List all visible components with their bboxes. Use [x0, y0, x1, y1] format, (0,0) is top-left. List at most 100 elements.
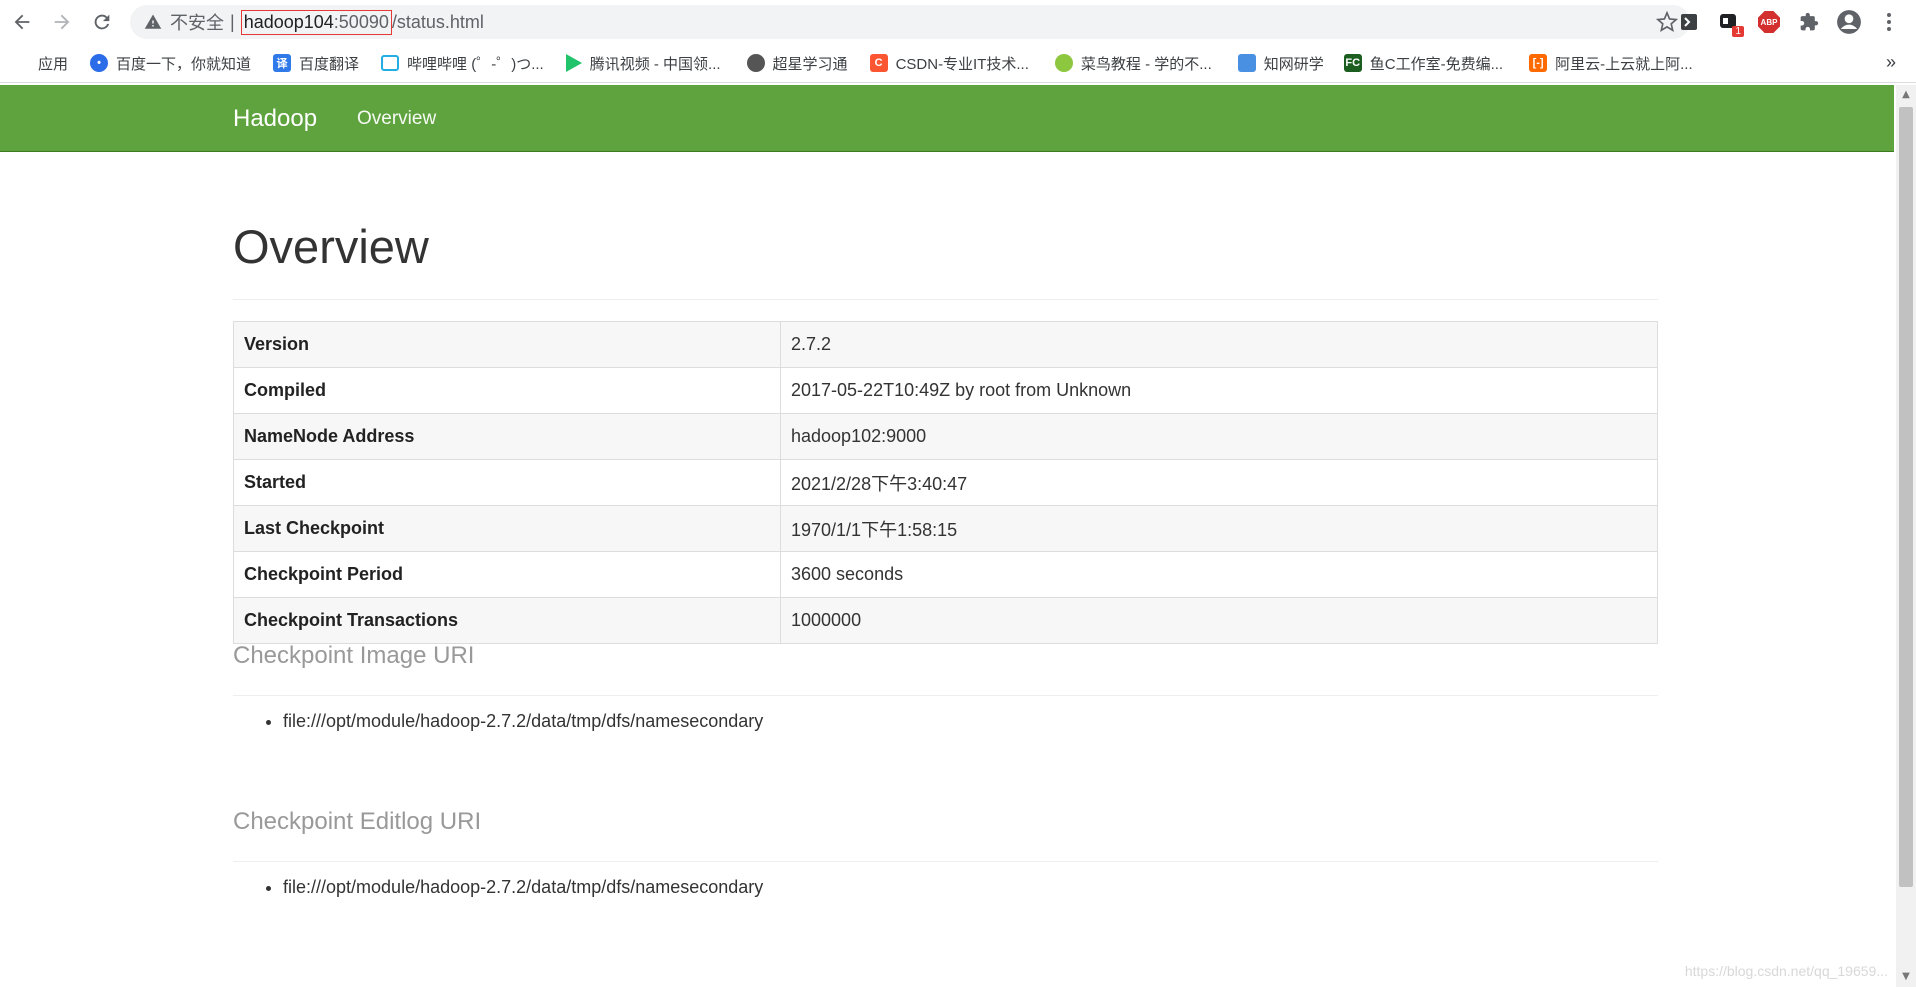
bookmark-label: 阿里云-上云就上阿... [1555, 55, 1693, 73]
address-bar[interactable]: 不安全 | hadoop104:50090 /status.html [130, 5, 1690, 39]
bookmark-label: 超星学习通 [772, 55, 848, 73]
bookmark-cnki[interactable]: 知网研学 [1237, 53, 1324, 74]
bookmark-fishc[interactable]: FC 鱼C工作室-免费编... [1343, 53, 1504, 74]
bookmark-star-icon[interactable] [1656, 11, 1678, 33]
row-key: NameNode Address [233, 413, 781, 460]
row-key: Last Checkpoint [233, 505, 781, 552]
profile-avatar-icon[interactable] [1836, 9, 1862, 35]
bookmark-baidu-translate[interactable]: 译 百度翻译 [273, 53, 359, 74]
table-row: Checkpoint Period 3600 seconds [233, 551, 1658, 598]
bookmark-label: 知网研学 [1263, 55, 1324, 73]
bookmark-label: 百度一下，你就知道 [116, 55, 252, 73]
bookmark-bilibili[interactable]: 哔哩哔哩 (゜-゜)つ... [381, 53, 544, 74]
bookmark-label: 应用 [38, 55, 69, 73]
runoob-icon [1054, 54, 1073, 72]
url-port: :50090 [333, 11, 389, 32]
csdn-icon: C [869, 54, 888, 72]
list-item: file:///opt/module/hadoop-2.7.2/data/tmp… [283, 711, 763, 732]
bookmark-label: 百度翻译 [299, 55, 360, 73]
menu-kebab-icon[interactable] [1876, 9, 1902, 35]
aliyun-icon: [-] [1529, 54, 1548, 72]
editlog-uri-list: file:///opt/module/hadoop-2.7.2/data/tmp… [233, 877, 763, 898]
editlog-uri-heading: Checkpoint Editlog URI [233, 808, 482, 835]
adblock-icon[interactable]: ABP [1756, 9, 1782, 35]
security-separator: | [230, 11, 235, 32]
fishc-icon: FC [1343, 54, 1362, 72]
bookmarks-overflow-button[interactable]: » [1886, 52, 1896, 73]
cnki-icon [1237, 54, 1256, 72]
bookmark-apps[interactable]: 应用 [14, 53, 68, 74]
bookmark-label: 菜鸟教程 - 学的不... [1080, 55, 1212, 73]
bookmark-label: 腾讯视频 - 中国领... [589, 55, 721, 73]
row-value: 2.7.2 [780, 321, 1658, 368]
bilibili-tv-icon [381, 55, 400, 71]
puzzle-icon[interactable] [1796, 9, 1822, 35]
image-uri-heading: Checkpoint Image URI [233, 642, 475, 669]
back-button[interactable] [4, 4, 40, 40]
bookmark-runoob[interactable]: 菜鸟教程 - 学的不... [1054, 53, 1212, 74]
table-row: Last Checkpoint 1970/1/1下午1:58:15 [233, 505, 1658, 552]
list-item: file:///opt/module/hadoop-2.7.2/data/tmp… [283, 877, 763, 898]
adblock-label: ABP [1758, 11, 1780, 33]
url-path: /status.html [391, 11, 484, 32]
page-title: Overview [233, 220, 429, 273]
row-value: 3600 seconds [780, 551, 1658, 598]
bookmark-baidu[interactable]: • 百度一下，你就知道 [90, 53, 251, 74]
bookmark-label: 哔哩哔哩 (゜-゜)つ... [407, 55, 544, 73]
bookmark-chaoxing[interactable]: 超星学习通 [746, 53, 848, 74]
row-value: 2017-05-22T10:49Z by root from Unknown [780, 367, 1658, 414]
scroll-thumb[interactable] [1899, 107, 1913, 887]
apps-grid-icon [14, 55, 30, 71]
page-scrollbar[interactable]: ▲ ▼ [1896, 85, 1916, 987]
bookmark-label: 鱼C工作室-免费编... [1369, 55, 1504, 73]
title-divider [233, 299, 1658, 300]
arrow-left-icon [14, 14, 30, 30]
page-viewport: Hadoop Overview Overview Version 2.7.2 C… [0, 85, 1896, 987]
table-row: Started 2021/2/28下午3:40:47 [233, 459, 1658, 506]
reload-button[interactable] [84, 4, 120, 40]
watermark-text: https://blog.csdn.net/qq_19659... [1684, 963, 1888, 979]
reload-icon [94, 14, 110, 30]
url-host-highlight: hadoop104:50090 [240, 9, 392, 35]
bookmark-csdn[interactable]: C CSDN-专业IT技术... [869, 53, 1029, 74]
row-key: Compiled [233, 367, 781, 414]
table-row: NameNode Address hadoop102:9000 [233, 413, 1658, 460]
editlog-uri-divider [233, 861, 1658, 862]
row-key: Started [233, 459, 781, 506]
baidu-paw-icon: • [90, 54, 109, 72]
url-host: hadoop104 [243, 11, 334, 32]
browser-toolbar: 不安全 | hadoop104:50090 /status.html 1 ABP [0, 0, 1916, 44]
table-row: Version 2.7.2 [233, 321, 1658, 368]
table-row: Checkpoint Transactions 1000000 [233, 597, 1658, 644]
extension-badge-icon[interactable]: 1 [1716, 9, 1744, 37]
extension-badge-count: 1 [1732, 26, 1744, 37]
row-value: 2021/2/28下午3:40:47 [780, 459, 1658, 506]
row-value: hadoop102:9000 [780, 413, 1658, 460]
row-key: Checkpoint Period [233, 551, 781, 598]
row-value: 1000000 [780, 597, 1658, 644]
forward-button[interactable] [44, 4, 80, 40]
navbar-brand[interactable]: Hadoop [233, 105, 317, 133]
row-value: 1970/1/1下午1:58:15 [780, 505, 1658, 552]
play-triangle-icon [565, 54, 582, 72]
scroll-up-arrow-icon[interactable]: ▲ [1900, 89, 1912, 101]
image-uri-divider [233, 695, 1658, 696]
bookmark-label: CSDN-专业IT技术... [895, 55, 1029, 73]
extension-terminal-icon[interactable] [1676, 9, 1702, 35]
security-label: 不安全 [170, 13, 224, 33]
image-uri-list: file:///opt/module/hadoop-2.7.2/data/tmp… [233, 711, 763, 732]
translate-icon: 译 [273, 54, 292, 72]
nav-link-overview[interactable]: Overview [357, 108, 436, 130]
row-key: Checkpoint Transactions [233, 597, 781, 644]
globe-icon [746, 54, 765, 72]
bookmarks-bar: 应用 • 百度一下，你就知道 译 百度翻译 哔哩哔哩 (゜-゜)つ... 腾讯视… [0, 44, 1916, 83]
bookmark-tencent-video[interactable]: 腾讯视频 - 中国领... [565, 53, 721, 74]
arrow-right-icon [54, 14, 70, 30]
scroll-down-arrow-icon[interactable]: ▼ [1900, 971, 1912, 983]
overview-table: Version 2.7.2 Compiled 2017-05-22T10:49Z… [233, 321, 1658, 644]
row-key: Version [233, 321, 781, 368]
table-row: Compiled 2017-05-22T10:49Z by root from … [233, 367, 1658, 414]
hadoop-navbar: Hadoop Overview [0, 85, 1894, 152]
warning-icon [144, 14, 162, 29]
bookmark-aliyun[interactable]: [-] 阿里云-上云就上阿... [1529, 53, 1693, 74]
